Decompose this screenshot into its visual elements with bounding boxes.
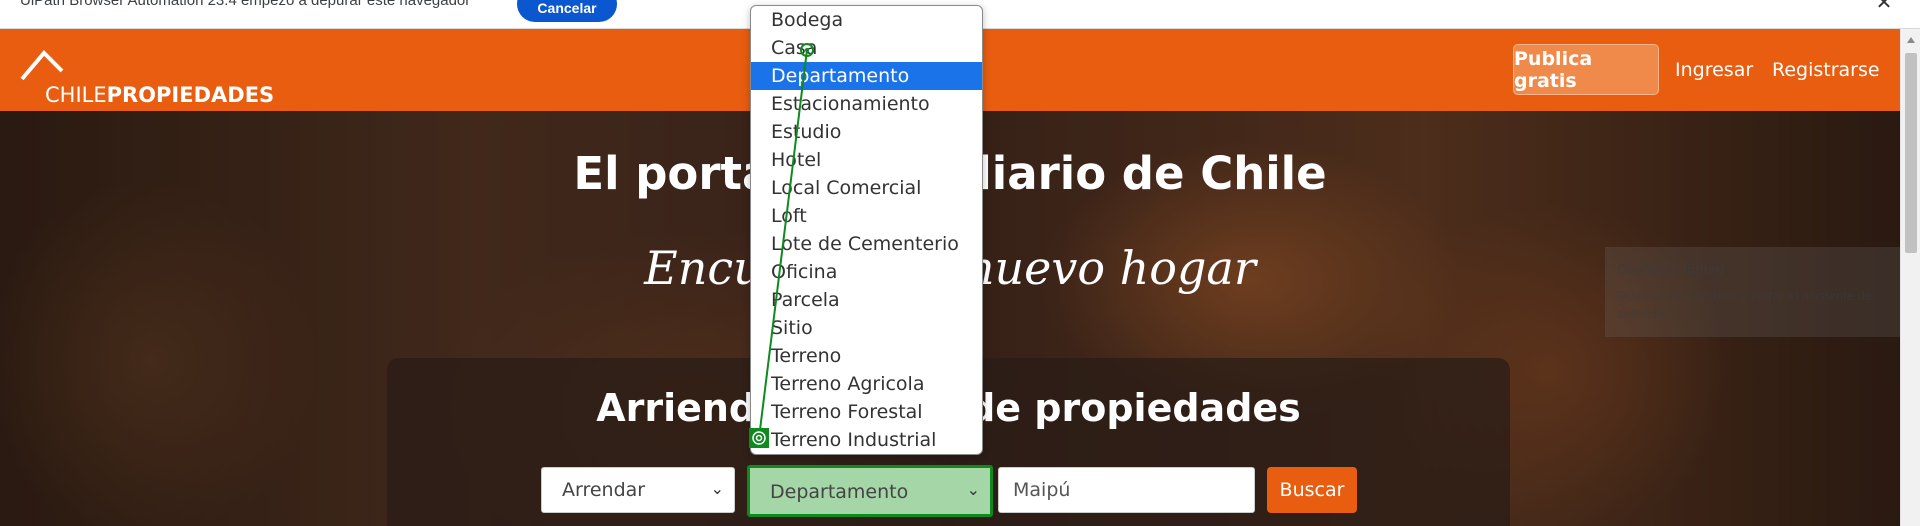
dropdown-option[interactable]: Oficina [751, 258, 982, 286]
scroll-thumb[interactable] [1905, 53, 1917, 253]
dropdown-option[interactable]: Lote de Cementerio [751, 230, 982, 258]
buscar-button[interactable]: Buscar [1267, 467, 1357, 513]
registrarse-link[interactable]: Registrarse [1772, 59, 1880, 81]
dropdown-option[interactable]: Local Comercial [751, 174, 982, 202]
tipo-propiedad-select[interactable]: Departamento ⌄ [747, 465, 993, 517]
dropdown-option[interactable]: Terreno Forestal [751, 398, 982, 426]
dropdown-option[interactable]: Parcela [751, 286, 982, 314]
confirm-tooltip: Confirmar (Enter) Guardar los cambios y … [1605, 247, 1900, 337]
ingresar-link[interactable]: Ingresar [1675, 59, 1753, 81]
tipo-propiedad-dropdown[interactable]: Bodega Casa Departamento Estacionamiento… [750, 5, 983, 455]
dropdown-option[interactable]: Terreno Agricola [751, 370, 982, 398]
logo-text: CHILEPROPIEDADES [45, 83, 275, 107]
chevron-down-icon: ⌄ [966, 480, 980, 499]
tipo-select-value: Departamento [770, 481, 909, 503]
automation-notice-text: UiPath Browser Automation 23.4 empezó a … [20, 0, 471, 9]
comuna-input[interactable] [998, 467, 1255, 513]
scroll-up-arrow-icon[interactable] [1907, 37, 1915, 43]
cancel-debugging-button[interactable]: Cancelar [517, 0, 617, 22]
page-scrollbar[interactable] [1900, 29, 1920, 526]
operacion-select[interactable]: Arrendar ⌄ [541, 467, 735, 513]
dropdown-option[interactable]: Casa [751, 34, 982, 62]
operacion-select-value: Arrendar [562, 479, 646, 501]
dropdown-option[interactable]: Hotel [751, 146, 982, 174]
close-icon[interactable]: ✕ [1874, 0, 1894, 12]
dropdown-option[interactable]: Bodega [751, 6, 982, 34]
confirm-tooltip-title: Confirmar (Enter) [1617, 261, 1725, 276]
house-roof-icon [20, 50, 64, 81]
chevron-down-icon: ⌄ [710, 479, 724, 498]
confirm-tooltip-body: Guardar los cambios y cerrar el asistent… [1617, 288, 1873, 321]
dropdown-option-selected[interactable]: Departamento [751, 62, 982, 90]
publica-gratis-button[interactable]: Publica gratis [1513, 44, 1659, 95]
dropdown-option[interactable]: Terreno Industrial [751, 426, 982, 454]
dropdown-option[interactable]: Estudio [751, 118, 982, 146]
dropdown-option[interactable]: Loft [751, 202, 982, 230]
site-logo[interactable]: CHILEPROPIEDADES [20, 49, 280, 106]
dropdown-option[interactable]: Terreno [751, 342, 982, 370]
dropdown-option[interactable]: Sitio [751, 314, 982, 342]
dropdown-option[interactable]: Estacionamiento [751, 90, 982, 118]
